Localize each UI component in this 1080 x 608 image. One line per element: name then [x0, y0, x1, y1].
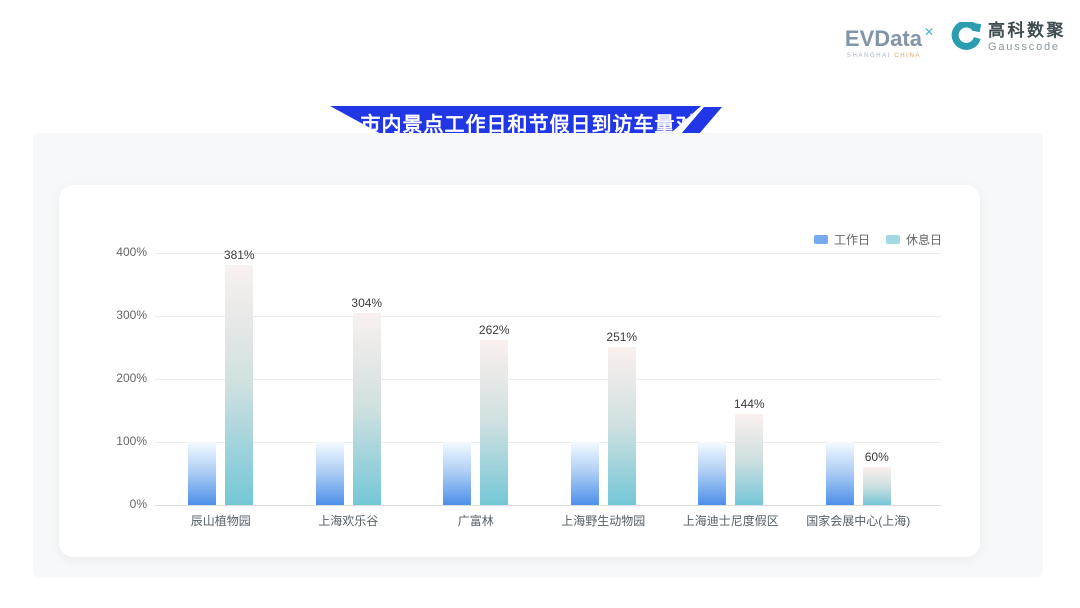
- bar-group-1: 381%辰山植物园: [188, 253, 253, 505]
- value-label: 60%: [865, 450, 889, 464]
- bar-休息日-辰山植物园: [225, 265, 253, 505]
- chart-area: 0%100%200%300%400%381%辰山植物园304%上海欢乐谷262%…: [59, 185, 980, 557]
- page: EVData ✕ SHANGHAI CHINA 高科数聚 Gausscode 市…: [0, 0, 1080, 608]
- bar-休息日-广富林: [480, 340, 508, 505]
- value-label: 262%: [479, 323, 510, 337]
- bar-工作日-上海迪士尼度假区: [698, 442, 726, 505]
- value-label: 304%: [351, 296, 382, 310]
- y-axis-tick: 0%: [77, 497, 147, 511]
- gausscode-en-text: Gausscode: [988, 42, 1066, 54]
- evdata-sub-left: SHANGHAI: [847, 53, 891, 59]
- x-axis-label: 辰山植物园: [191, 512, 251, 529]
- value-label: 381%: [224, 248, 255, 262]
- x-axis-label: 上海野生动物园: [561, 512, 645, 529]
- gridline-0: [155, 505, 941, 506]
- x-axis-label: 广富林: [458, 512, 494, 529]
- y-axis-tick: 100%: [77, 434, 147, 448]
- gridline-300: [155, 316, 941, 317]
- y-axis-tick: 400%: [77, 245, 147, 259]
- chart-card: 工作日休息日 0%100%200%300%400%381%辰山植物园304%上海…: [59, 185, 980, 557]
- evdata-sub-right: CHINA: [894, 53, 921, 59]
- bar-group-5: 144%上海迪士尼度假区: [698, 253, 763, 505]
- bar-休息日-上海野生动物园: [608, 347, 636, 505]
- x-axis-label: 上海迪士尼度假区: [683, 512, 779, 529]
- bar-休息日-上海欢乐谷: [353, 313, 381, 505]
- bar-休息日-国家会展中心(上海): [863, 467, 891, 505]
- gausscode-mark-icon: [950, 22, 982, 54]
- evdata-logo-subtext: SHANGHAI CHINA: [847, 53, 921, 59]
- bar-group-2: 304%上海欢乐谷: [316, 253, 381, 505]
- header-logos: EVData ✕ SHANGHAI CHINA 高科数聚 Gausscode: [845, 22, 1066, 59]
- gridline-200: [155, 379, 941, 380]
- gridline-400: [155, 253, 941, 254]
- gausscode-logo: 高科数聚 Gausscode: [950, 22, 1066, 54]
- bar-group-4: 251%上海野生动物园: [571, 253, 636, 505]
- bar-休息日-上海迪士尼度假区: [735, 414, 763, 505]
- value-label: 144%: [734, 397, 765, 411]
- y-axis-tick: 200%: [77, 371, 147, 385]
- bar-工作日-上海欢乐谷: [316, 442, 344, 505]
- gridline-100: [155, 442, 941, 443]
- bar-group-3: 262%广富林: [443, 253, 508, 505]
- evdata-x-icon: ✕: [924, 25, 934, 39]
- x-axis-label: 国家会展中心(上海): [806, 512, 910, 529]
- value-label: 251%: [606, 330, 637, 344]
- y-axis-tick: 300%: [77, 308, 147, 322]
- bar-工作日-国家会展中心(上海): [826, 442, 854, 505]
- gausscode-cn-text: 高科数聚: [988, 22, 1066, 40]
- bar-工作日-广富林: [443, 442, 471, 505]
- bar-工作日-辰山植物园: [188, 442, 216, 505]
- evdata-logo: EVData ✕ SHANGHAI CHINA: [845, 28, 934, 59]
- bar-工作日-上海野生动物园: [571, 442, 599, 505]
- x-axis-label: 上海欢乐谷: [318, 512, 378, 529]
- evdata-logo-text: EVData: [845, 28, 922, 50]
- bar-group-6: 60%国家会展中心(上海): [826, 253, 891, 505]
